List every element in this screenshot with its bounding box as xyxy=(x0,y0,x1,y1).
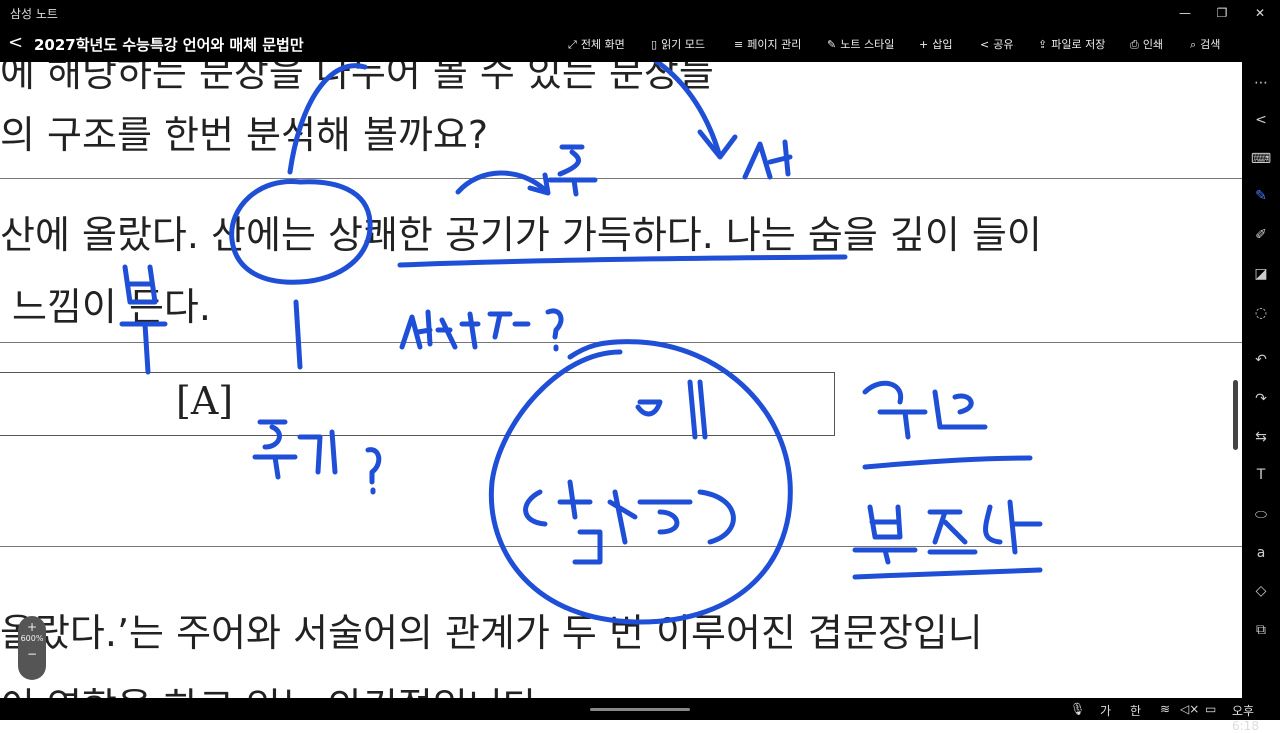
highlighter-icon[interactable]: ✐ xyxy=(1242,222,1280,248)
ink-mark-left xyxy=(119,264,168,375)
insert-label: 삽입 xyxy=(932,38,953,51)
ink-mark-e xyxy=(635,379,708,440)
app-name: 삼성 노트 xyxy=(10,7,58,21)
gesture-bar[interactable] xyxy=(590,708,690,711)
more-icon[interactable]: ⋯ xyxy=(1242,70,1280,96)
save-as-file-button[interactable]: ⇪ 파일로 저장 xyxy=(1038,36,1105,52)
note-style-button[interactable]: ✎ 노트 스타일 xyxy=(827,36,894,52)
mic-icon[interactable]: 🎙 xyxy=(1070,702,1085,716)
shape-icon[interactable]: ⬭ xyxy=(1242,502,1280,528)
fullscreen-label: 전체 화면 xyxy=(580,38,625,51)
search-label: 검색 xyxy=(1200,38,1221,51)
note-style-label: 노트 스타일 xyxy=(840,38,895,51)
reading-mode-label: 읽기 모드 xyxy=(661,38,706,51)
collapse-icon[interactable]: < xyxy=(1242,107,1280,133)
page-manage-button[interactable]: ≡ 페이지 관리 xyxy=(734,36,801,52)
print-button[interactable]: ⎙ 인쇄 xyxy=(1130,36,1163,52)
ink-mark-ju xyxy=(547,144,598,197)
page-manage-label: 페이지 관리 xyxy=(747,38,802,51)
ime-mode[interactable]: 한 xyxy=(1130,702,1141,719)
ink-question-1 xyxy=(399,308,564,352)
window-titlebar: 삼성 노트 — ❐ ✕ xyxy=(0,0,1280,26)
ink-arrow-right xyxy=(652,62,738,160)
pen-icon[interactable]: ✎ xyxy=(1242,183,1280,209)
undo-icon[interactable]: ↶ xyxy=(1242,347,1280,373)
share-button[interactable]: < 공유 xyxy=(980,36,1013,52)
volume-icon[interactable]: ◁× xyxy=(1180,702,1199,716)
convert-icon[interactable]: ⇆ xyxy=(1242,424,1280,450)
close-button[interactable]: ✕ xyxy=(1240,2,1280,24)
print-label: 인쇄 xyxy=(1142,38,1164,51)
ime-hangul[interactable]: 가 xyxy=(1100,702,1111,719)
clock[interactable]: 오후 6:18 xyxy=(1232,702,1280,733)
ink-mark-seo xyxy=(742,139,793,180)
insert-button[interactable]: + 삽입 xyxy=(919,36,952,52)
redo-icon[interactable]: ↷ xyxy=(1242,386,1280,412)
note-page[interactable]: 에 해당하는 문장을 나누어 볼 수 있는 문장들 의 구조를 한번 분석해 볼… xyxy=(0,62,1242,698)
save-as-file-label: 파일로 저장 xyxy=(1051,38,1106,51)
minimize-button[interactable]: — xyxy=(1165,2,1205,24)
text-tool-icon[interactable]: T xyxy=(1242,462,1280,488)
ink-line-2 xyxy=(852,567,1043,580)
zoom-in-button[interactable]: + xyxy=(18,620,46,634)
lasso-icon[interactable]: ◌ xyxy=(1242,300,1280,326)
zoom-out-button[interactable]: − xyxy=(18,647,46,661)
reading-mode-button[interactable]: ▯ 읽기 모드 xyxy=(651,36,705,52)
keyboard-icon[interactable]: ⌨ xyxy=(1242,146,1280,172)
search-button[interactable]: ⌕ 검색 xyxy=(1190,36,1220,52)
plus-icon: + xyxy=(919,38,929,51)
battery-icon[interactable]: ▭ xyxy=(1205,702,1216,716)
wifi-icon[interactable]: ≋ xyxy=(1160,702,1170,716)
handwriting-layer xyxy=(119,62,1043,625)
fullscreen-button[interactable]: ⤢ 전체 화면 xyxy=(568,36,625,52)
reading-mode-icon: ▯ xyxy=(651,38,658,51)
pen-toolbar: ⋯ < ⌨ ✎ ✐ ◪ ◌ ↶ ↷ ⇆ T ⬭ a ◇ ⧉ xyxy=(1242,62,1280,698)
search-icon: ⌕ xyxy=(1190,38,1197,51)
copy-icon[interactable]: ⧉ xyxy=(1242,617,1280,643)
ink-question-2 xyxy=(252,419,382,495)
ink-arrow-small xyxy=(455,170,551,196)
note-toolbar: < 2027학년도 수능특강 언어와 매체 문법만 ⤢ 전체 화면 ▯ 읽기 모드 … xyxy=(0,26,1280,62)
ink-mark-eun xyxy=(862,380,988,440)
ink-mark-paren xyxy=(523,479,736,565)
taskbar: 🎙 가 한 ≋ ◁× ▭ 오후 6:18 xyxy=(0,698,1280,733)
back-icon[interactable]: < xyxy=(8,32,23,53)
ink-circle-subject xyxy=(229,178,373,285)
share-label: 공유 xyxy=(993,38,1014,51)
vertical-scrollbar[interactable] xyxy=(1233,380,1238,450)
ink-mark-bojosa xyxy=(852,499,1043,565)
note-style-icon: ✎ xyxy=(827,38,837,51)
note-title: 2027학년도 수능특강 언어와 매체 문법만 xyxy=(34,36,304,54)
share-icon: < xyxy=(980,38,990,51)
zoom-level: 600% xyxy=(20,634,44,643)
fullscreen-icon: ⤢ xyxy=(568,38,577,51)
format-icon[interactable]: a xyxy=(1242,540,1280,566)
shapes-icon[interactable]: ◇ xyxy=(1242,578,1280,604)
ink-stroke-down xyxy=(293,299,303,370)
ink-line-1 xyxy=(862,455,1033,470)
print-icon: ⎙ xyxy=(1130,38,1139,51)
save-file-icon: ⇪ xyxy=(1038,38,1048,51)
ink-arrow-curve xyxy=(287,63,368,175)
zoom-control: + 600% − xyxy=(18,616,46,680)
page-manage-icon: ≡ xyxy=(734,38,744,51)
restore-button[interactable]: ❐ xyxy=(1202,2,1242,24)
eraser-icon[interactable]: ◪ xyxy=(1242,261,1280,287)
ink-big-circle xyxy=(488,339,793,625)
ink-underline xyxy=(397,254,848,268)
